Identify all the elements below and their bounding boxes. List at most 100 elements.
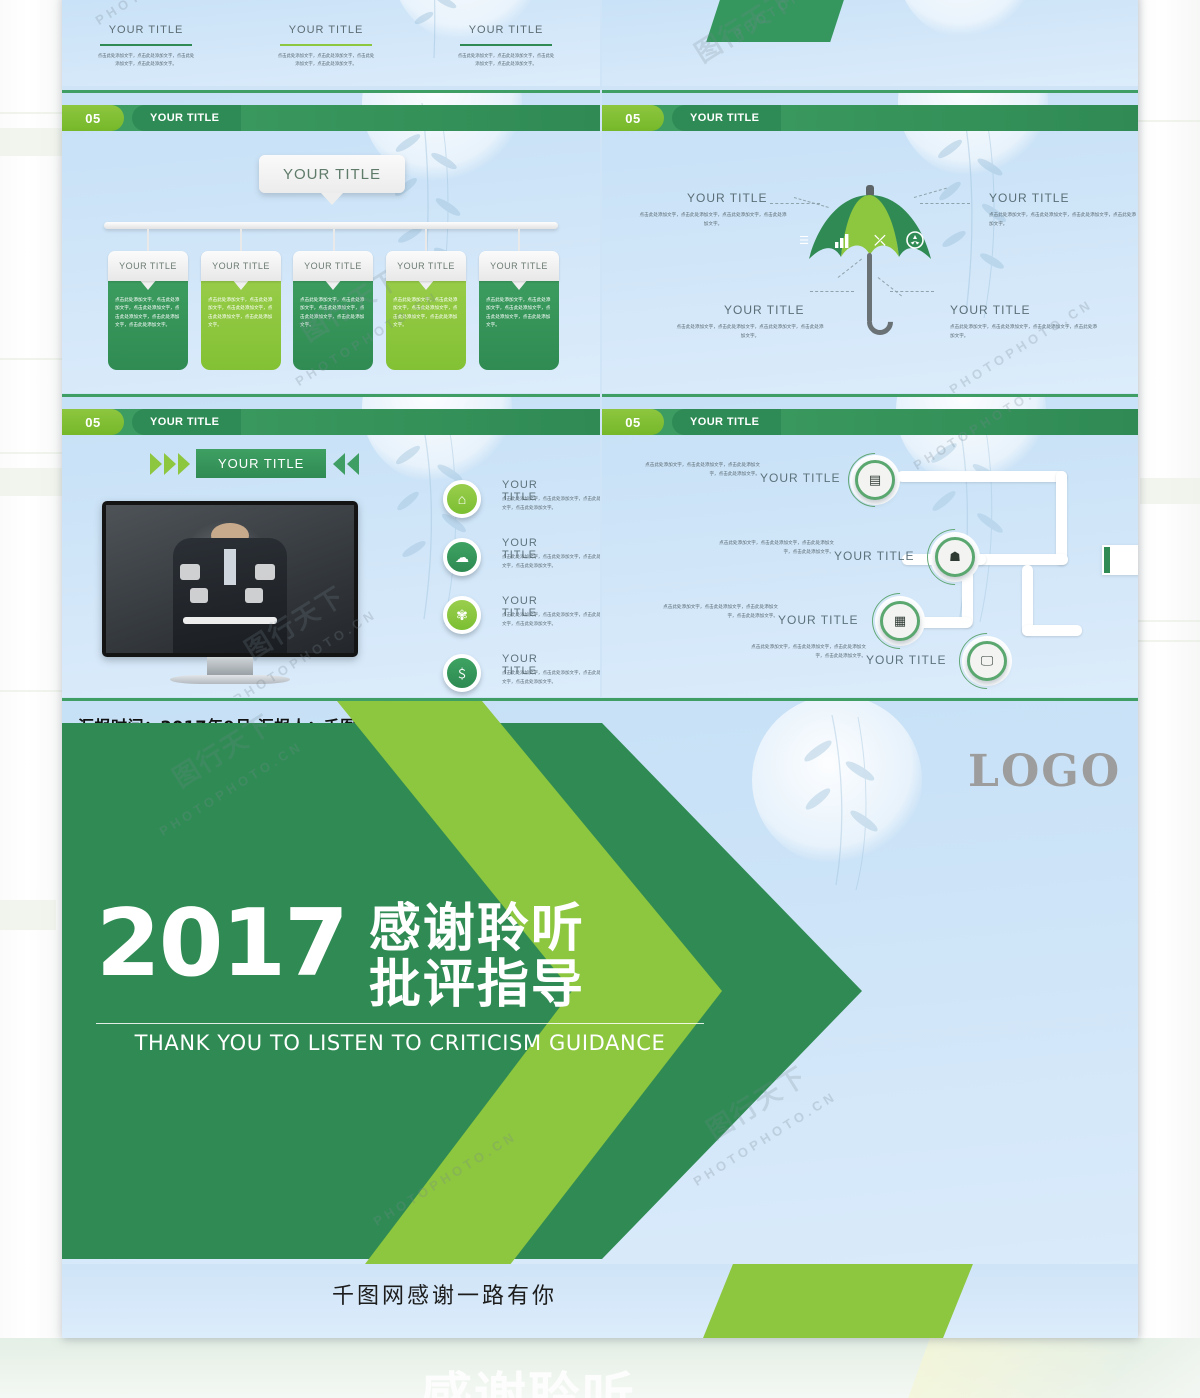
home-icon: ⌂ [443, 480, 481, 518]
chevron-tag-group[interactable]: YOUR TITLE [150, 449, 360, 478]
footer-text: 千图网感谢一路有你 [332, 1284, 558, 1309]
footer-diagonal-accent [703, 1264, 973, 1338]
slide-umbrella[interactable]: 05 YOUR TITLE ☰ ⤫ YOUR TITLE 点击此处添加文字，点击… [602, 90, 1138, 393]
photo-person-tie [223, 549, 237, 585]
info-card-body: 点击此处添加文字，点击此处添加文字，点击此处添加文字，点击此处添加文字，点击此处… [201, 279, 281, 370]
desktop-chart-icon[interactable]: 🖵 [967, 641, 1007, 681]
slide-parallelogram[interactable]: 图行天下 PHOTOPHOTO.CN [602, 0, 1138, 86]
photo-tablet [182, 617, 278, 625]
flow-node-body: 点击此处添加文字，点击此处添加文字，点击此处添加文字，点击此处添加文字。 [719, 540, 834, 554]
info-card-body: 点击此处添加文字，点击此处添加文字，点击此处添加文字，点击此处添加文字，点击此处… [479, 279, 559, 370]
slide-title-bar: 05 YOUR TITLE [602, 105, 1138, 131]
background-rule-6 [1128, 620, 1200, 622]
background-rule-7 [1128, 640, 1200, 642]
info-card-title: YOUR TITLE [108, 251, 188, 281]
flow-node-title: YOUR TITLE [760, 471, 841, 485]
flow-pipe [972, 554, 1068, 565]
background-footer-diagonal [908, 1338, 1200, 1398]
connector-bar [104, 222, 558, 229]
info-card[interactable]: YOUR TITLE 点击此处添加文字，点击此处添加文字，点击此处添加文字，点击… [293, 251, 373, 370]
slide-title-bar: 05 YOUR TITLE [602, 409, 1138, 435]
flow-node-body: 点击此处添加文字，点击此处添加文字，点击此处添加文字，点击此处添加文字。 [663, 604, 778, 618]
slide-number-badge: 05 [602, 409, 664, 435]
chevron-left-icon [333, 452, 346, 475]
info-card-body: 点击此处添加文字，点击此处添加文字，点击此处添加文字，点击此处添加文字，点击此处… [108, 279, 188, 370]
willow-branch-decoration [414, 0, 457, 59]
flow-node-title: YOUR TITLE [834, 549, 915, 563]
flow-node-body: 点击此处添加文字，点击此处添加文字，点击此处添加文字，点击此处添加文字。 [751, 644, 866, 658]
slide-five-cards[interactable]: 05 YOUR TITLE YOUR TITLE YOUR TITLE 点击此处… [62, 90, 600, 393]
umbrella-item-body: 点击此处添加文字，点击此处添加文字，点击此处添加文字，点击此处添加文字。 [950, 324, 1098, 338]
chevron-right-icon [178, 452, 190, 475]
bar-chart-icon [835, 234, 849, 248]
column-body: 点击此处添加文字，点击此处添加文字，点击此处添加文字，点击此处添加文字。 [277, 53, 375, 66]
info-card-title: YOUR TITLE [293, 251, 373, 281]
info-card-title: YOUR TITLE [201, 251, 281, 281]
background-band-4 [1140, 478, 1200, 504]
slide-footer-band [62, 1264, 1138, 1338]
flow-node-body: 点击此处添加文字，点击此处添加文字，点击此处添加文字，点击此处添加文字。 [645, 462, 760, 476]
column-title: YOUR TITLE [288, 24, 364, 36]
umbrella-item-body: 点击此处添加文字，点击此处添加文字，点击此处添加文字，点击此处添加文字。 [989, 212, 1137, 226]
thank-you-headline-block: 2017 感谢聆听 批评指导 THANK YOU TO LISTEN TO CR… [96, 889, 716, 1055]
money-icon: ＄ [443, 654, 481, 692]
chevron-left-icon [347, 452, 360, 475]
flow-node-title: YOUR TITLE [866, 653, 947, 667]
column-rule [280, 44, 372, 46]
recycle-icon [906, 231, 924, 249]
willow-branch-decoration [898, 0, 1048, 58]
info-card-title: YOUR TITLE [479, 251, 559, 281]
slide-number-badge: 05 [602, 105, 664, 131]
slide-monitor-list[interactable]: 05 YOUR TITLE YOUR TITLE ⌂ YOUR TITLE 点击… [62, 394, 600, 697]
monitor-neck [207, 657, 253, 675]
slide-three-columns[interactable]: YOUR TITLE 点击此处添加文字，点击此处添加文字，点击此处添加文字，点击… [62, 0, 600, 86]
connector-stem [333, 229, 335, 251]
slide-thank-you[interactable]: 汇报时间：2017年9月 汇报人：千图网 LOGO 2017 感谢聆听 批评指导 [62, 698, 1138, 1338]
headline-line-1: 感谢聆听 [368, 899, 585, 959]
slide-flow-diagram[interactable]: 05 YOUR TITLE ▤ YOUR TITLE 点击此处添加文字，点击此处… [602, 394, 1138, 697]
info-card[interactable]: YOUR TITLE 点击此处添加文字，点击此处添加文字，点击此处添加文字，点击… [386, 251, 466, 370]
column-title: YOUR TITLE [468, 24, 544, 36]
slide-title-bar: 05 YOUR TITLE [62, 105, 600, 131]
moon-decoration [362, 397, 512, 483]
headline-line-2: 批评指导 [368, 955, 585, 1016]
umbrella-item-body: 点击此处添加文字，点击此处添加文字，点击此处添加文字，点击此处添加文字。 [676, 324, 824, 338]
photo-hologram-icon [254, 564, 275, 581]
monitor-illustration [102, 501, 358, 684]
info-card-title: YOUR TITLE [386, 251, 466, 281]
list-document-icon[interactable]: ▤ [855, 460, 895, 500]
slide-deck-sheet: YOUR TITLE 点击此处添加文字，点击此处添加文字，点击此处添加文字，点击… [62, 0, 1138, 1338]
slide-number-badge: 05 [62, 105, 124, 131]
flow-node-title: YOUR TITLE [778, 613, 859, 627]
mobile-edit-icon[interactable]: ▦ [880, 601, 920, 641]
headline-divider [96, 1023, 704, 1025]
slide-title-label: YOUR TITLE [132, 409, 242, 435]
flow-endcap-bar [1104, 547, 1110, 573]
flow-pipe [1022, 625, 1082, 636]
column-title: YOUR TITLE [108, 24, 184, 36]
year-label: 2017 [96, 889, 349, 997]
hub-notch [321, 193, 343, 205]
connector-stem [240, 229, 242, 251]
background-page-right [1130, 0, 1200, 1345]
column-rule [100, 44, 192, 46]
cloud-download-icon: ☁ [443, 538, 481, 576]
hub-title-card[interactable]: YOUR TITLE [259, 155, 405, 205]
feature-body: 点击此处添加文字，点击此处添加文字，点击此处添加文字，点击此处添加文字。 [502, 670, 600, 684]
info-card-body: 点击此处添加文字，点击此处添加文字，点击此处添加文字，点击此处添加文字，点击此处… [386, 279, 466, 370]
background-ghost-text: 感谢聆听 [420, 1369, 637, 1398]
column-body: 点击此处添加文字，点击此处添加文字，点击此处添加文字，点击此处添加文字。 [457, 53, 555, 66]
photo-hologram-icon [190, 587, 209, 603]
monitor-foot [170, 675, 290, 684]
feature-body: 点击此处添加文字，点击此处添加文字，点击此处添加文字，点击此处添加文字。 [502, 612, 600, 626]
umbrella-item-title: YOUR TITLE [724, 303, 805, 317]
hub-title-label: YOUR TITLE [282, 165, 382, 183]
gear-icon: ✾ [443, 596, 481, 634]
menu-icon: ☰ [799, 234, 809, 247]
info-card[interactable]: YOUR TITLE 点击此处添加文字，点击此处添加文字，点击此处添加文字，点击… [108, 251, 188, 370]
info-card[interactable]: YOUR TITLE 点击此处添加文字，点击此处添加文字，点击此处添加文字，点击… [201, 251, 281, 370]
person-presenting-icon[interactable]: ☗ [935, 537, 975, 577]
umbrella-item-title: YOUR TITLE [687, 191, 768, 205]
section-tag-label: YOUR TITLE [196, 449, 327, 478]
info-card[interactable]: YOUR TITLE 点击此处添加文字，点击此处添加文字，点击此处添加文字，点击… [479, 251, 559, 370]
